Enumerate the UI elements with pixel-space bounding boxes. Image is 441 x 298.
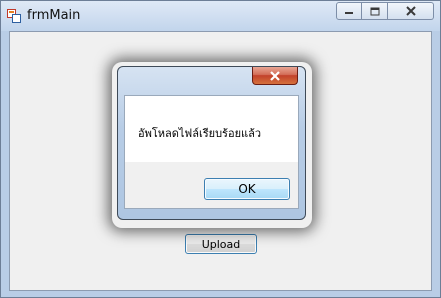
maximize-button[interactable] [362,2,388,20]
message-box-body: อัพโหลดไฟล์เรียบร้อยแล้ว OK [124,95,299,209]
message-area: อัพโหลดไฟล์เรียบร้อยแล้ว [125,96,298,162]
minimize-icon [345,12,353,14]
maximize-icon [370,7,379,15]
close-icon [270,70,280,81]
upload-button[interactable]: Upload [185,234,257,254]
message-box-close-button[interactable] [252,67,298,85]
close-icon [405,6,416,16]
app-icon [7,9,21,23]
close-button[interactable] [388,2,434,20]
window-title: frmMain [27,8,81,23]
ok-button[interactable]: OK [204,178,290,200]
message-text: อัพโหลดไฟล์เรียบร้อยแล้ว [138,127,262,140]
message-box: อัพโหลดไฟล์เรียบร้อยแล้ว OK [117,66,306,220]
minimize-button[interactable] [336,2,362,20]
title-bar[interactable]: frmMain [1,1,440,31]
